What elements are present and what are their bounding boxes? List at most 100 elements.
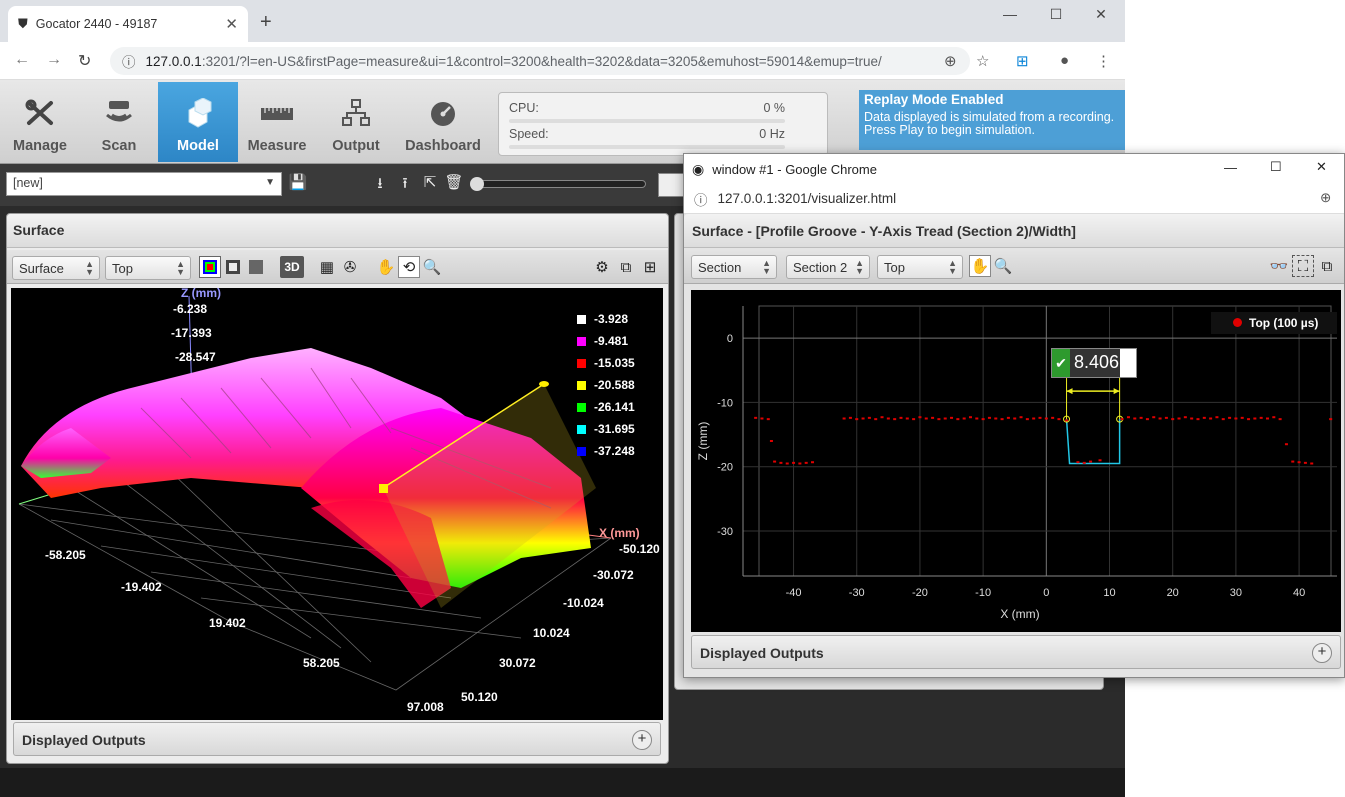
legend-value: -20.588 [594, 378, 635, 392]
legend-swatch [577, 358, 586, 368]
download-icon[interactable]: ⭳ [370, 173, 390, 193]
fit-view-icon[interactable]: ⛶ [1292, 255, 1314, 277]
upload-icon[interactable]: ⭱ [395, 173, 415, 193]
view-select-value: Top [884, 260, 905, 275]
playback-slider[interactable] [476, 180, 646, 188]
menu-kebab-icon[interactable]: ⋮ [1096, 52, 1111, 70]
section-number-select[interactable]: Section 2 ▲ ▼ [786, 255, 870, 279]
save-icon[interactable]: 💾 [288, 173, 308, 193]
data-point [1183, 416, 1187, 419]
tab-dashboard[interactable]: Dashboard [403, 82, 483, 162]
tab-manage[interactable]: Manage [0, 82, 80, 162]
info-icon[interactable]: ⓘ [694, 189, 708, 209]
profile-avatar-icon[interactable]: ● [1060, 52, 1069, 69]
measurement-end-marker [539, 381, 549, 387]
pan-hand-icon[interactable]: ✋ [375, 256, 397, 278]
zoom-magnifier-icon[interactable]: 🔍 [421, 256, 443, 278]
data-point [1013, 417, 1017, 420]
data-point [1202, 416, 1206, 419]
y-tick: 19.402 [209, 616, 246, 630]
popup-titlebar: ◉ window #1 - Google Chrome — ☐ ✕ [684, 154, 1344, 184]
x-tick-label: -10 [975, 587, 991, 599]
orbit-icon[interactable]: ⟲ [398, 256, 420, 278]
zoom-icon[interactable]: ⊕ [1320, 190, 1331, 206]
data-point [981, 418, 985, 421]
data-point [905, 417, 909, 420]
glasses-icon[interactable]: 👓 [1268, 255, 1290, 277]
network-icon [339, 98, 373, 128]
legend-value: -3.928 [594, 312, 629, 326]
close-tab-icon[interactable]: ✕ [225, 15, 238, 33]
info-icon[interactable]: ⓘ [122, 51, 136, 71]
view-select[interactable]: Surface ▲ ▼ [12, 256, 100, 280]
zoom-icon[interactable]: ⊕ [944, 52, 957, 70]
popup-url[interactable]: 127.0.0.1:3201/visualizer.html [718, 191, 897, 206]
tab-model[interactable]: Model [158, 82, 238, 162]
tab-output[interactable]: Output [316, 82, 396, 162]
popup-close-button[interactable]: ✕ [1316, 159, 1327, 175]
data-point [1032, 417, 1036, 420]
updown-icon: ▲ ▼ [85, 259, 94, 277]
mesh-icon[interactable]: ▦ [316, 256, 338, 278]
pan-hand-icon[interactable]: ✋ [969, 255, 991, 277]
orientation-select[interactable]: Top ▲ ▼ [105, 256, 191, 280]
rotate-icon[interactable]: ✇ [339, 256, 361, 278]
minimize-button[interactable]: — [987, 6, 1033, 22]
add-output-button[interactable]: + [632, 730, 652, 750]
section-select[interactable]: Section ▲ ▼ [691, 255, 777, 279]
profile-plot[interactable]: -40 -30 -20 -10 0 10 20 30 40 0 -10 -20 -30 X (mm) Z (… [691, 290, 1341, 632]
measurement-chip[interactable]: ✔ 8.406 [1051, 348, 1137, 378]
data-point [1209, 417, 1213, 420]
maximize-button[interactable]: ☐ [1033, 6, 1079, 23]
close-window-button[interactable]: ✕ [1078, 6, 1124, 23]
browser-tab[interactable]: ⛊ Gocator 2440 - 49187 ✕ [8, 6, 248, 42]
popup-minimize-button[interactable]: — [1224, 160, 1237, 175]
playback-slider-handle[interactable] [470, 177, 484, 191]
3d-mode-button[interactable]: 3D [280, 256, 304, 278]
data-point [1082, 461, 1086, 464]
orientation-select-value: Top [112, 261, 133, 276]
x-tick-label: 30 [1230, 587, 1242, 599]
forward-arrow-icon[interactable]: → [46, 51, 62, 69]
data-point [1139, 416, 1143, 419]
add-output-button[interactable]: + [1312, 643, 1332, 663]
view-select[interactable]: Top ▲ ▼ [877, 255, 963, 279]
data-point [1278, 418, 1282, 421]
tab-scan[interactable]: Scan [79, 82, 159, 162]
maximize-panel-icon[interactable]: ⊞ [639, 256, 661, 278]
popout-icon[interactable]: ⧉ [1316, 255, 1338, 277]
bookmark-star-icon[interactable]: ☆ [976, 52, 989, 70]
new-tab-button[interactable]: + [260, 12, 272, 32]
intensity-icon[interactable] [222, 256, 244, 278]
windows-extension-icon[interactable]: ⊞ [1016, 52, 1029, 70]
back-arrow-icon[interactable]: ← [14, 51, 30, 69]
x-tick-label: -40 [786, 587, 802, 599]
popup-maximize-button[interactable]: ☐ [1270, 159, 1282, 175]
data-point [880, 416, 884, 419]
export-icon[interactable]: ⇱ [420, 173, 440, 193]
y-tick-label: -20 [717, 462, 733, 474]
status-bar [0, 768, 1125, 797]
trash-icon[interactable]: 🗑 [444, 173, 464, 193]
data-point [1000, 418, 1004, 421]
job-select[interactable]: [new] ▼ [6, 172, 282, 196]
data-point [1076, 461, 1080, 464]
reload-icon[interactable]: ↻ [78, 51, 91, 71]
legend-item: -20.588 [577, 378, 635, 392]
surface-panel: Surface Surface ▲ ▼ Top ▲ ▼ 3D ▦ ✇ ✋ ⟲ 🔍… [6, 213, 669, 764]
z-tick: -17.393 [171, 326, 212, 340]
data-point [867, 416, 871, 419]
url-input[interactable]: ⓘ 127.0.0.1:3201/?l=en-US&firstPage=meas… [110, 47, 970, 75]
tab-measure[interactable]: Measure [237, 82, 317, 162]
data-point [1303, 461, 1307, 464]
grayscale-icon[interactable] [245, 256, 267, 278]
heightmap-icon[interactable] [199, 256, 221, 278]
x-tick-label: -20 [912, 587, 928, 599]
height-legend: -3.928 -9.481 -15.035 -20.588 -26.141 -3… [577, 312, 657, 472]
data-point [924, 417, 928, 420]
zoom-magnifier-icon[interactable]: 🔍 [992, 255, 1014, 277]
settings-gears-icon[interactable]: ⚙ [591, 256, 613, 278]
displayed-outputs-label: Displayed Outputs [700, 645, 824, 661]
popout-icon[interactable]: ⧉ [615, 256, 637, 278]
surface-3d-view[interactable]: Z (mm) -6.238 -17.393 -28.547 -58.205 -1… [11, 286, 663, 720]
